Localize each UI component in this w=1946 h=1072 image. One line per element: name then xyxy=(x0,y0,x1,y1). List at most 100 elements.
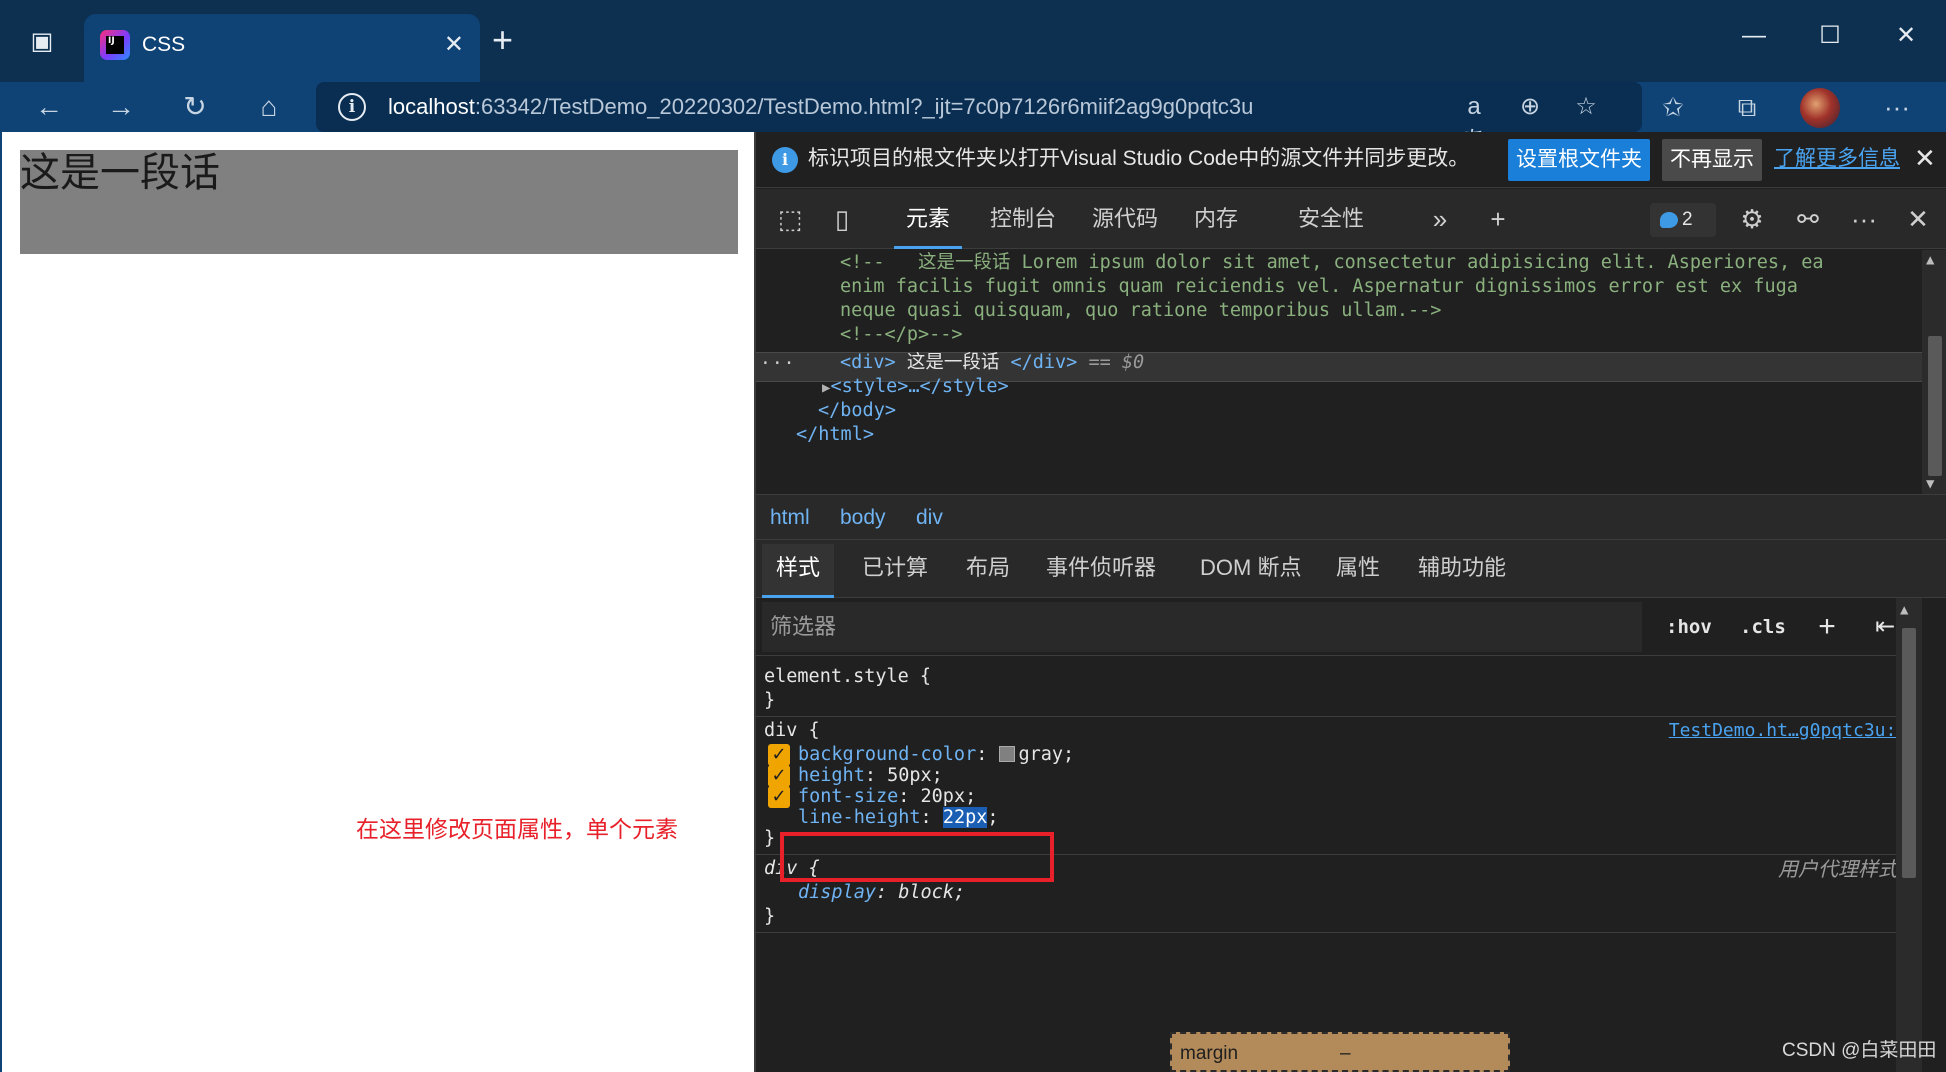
property-checkbox[interactable]: ✓ xyxy=(768,786,790,808)
breadcrumb: html body div xyxy=(756,494,1946,540)
tab-sources[interactable]: 源代码 xyxy=(1092,189,1158,249)
demo-gray-div[interactable]: 这是一段话 xyxy=(20,150,738,254)
read-aloud-icon[interactable]: aあ xyxy=(1456,90,1492,154)
scroll-up-icon[interactable]: ▲ xyxy=(1900,602,1908,618)
settings-gear-icon[interactable]: ⚙ xyxy=(1730,197,1774,241)
selected-div-node[interactable]: <div> 这是一段话 </div> == $0 xyxy=(840,350,1144,376)
property-name: height xyxy=(798,765,865,786)
rule-divider xyxy=(756,716,1922,717)
profile-avatar[interactable] xyxy=(1800,88,1840,128)
property-checkbox[interactable]: ✓ xyxy=(768,744,790,766)
hov-button[interactable]: :hov xyxy=(1666,608,1712,646)
cls-button[interactable]: .cls xyxy=(1740,608,1786,646)
dom-comment-line[interactable]: <!-- 这是一段话 Lorem ipsum dolor sit amet, c… xyxy=(840,250,1824,276)
div-rule-selector[interactable]: div { xyxy=(764,718,820,744)
issues-count: 2 xyxy=(1682,209,1693,230)
minimize-button[interactable]: — xyxy=(1724,16,1784,56)
element-style-close: } xyxy=(764,690,776,711)
property-name: font-size xyxy=(798,786,899,807)
red-annotation: 在这里修改页面属性，单个元素 xyxy=(356,816,678,842)
devtools-close-icon[interactable]: ✕ xyxy=(1896,197,1940,241)
breadcrumb-body[interactable]: body xyxy=(840,503,886,533)
dom-comment-line[interactable]: enim facilis fugit omnis quam reiciendis… xyxy=(840,274,1798,300)
color-swatch[interactable] xyxy=(998,746,1015,762)
breadcrumb-div[interactable]: div xyxy=(916,503,943,533)
site-info-icon[interactable]: i xyxy=(338,93,366,121)
tab-styles[interactable]: 样式 xyxy=(762,544,835,598)
new-style-rule-icon[interactable]: + xyxy=(1808,608,1846,646)
back-icon[interactable]: ← xyxy=(24,82,74,132)
tab-computed[interactable]: 已计算 xyxy=(848,544,942,598)
dom-comment-line[interactable]: <!--</p>--> xyxy=(840,322,963,348)
refresh-icon[interactable]: ↻ xyxy=(170,82,220,132)
collections-icon[interactable]: ⧉ xyxy=(1722,82,1772,132)
address-bar[interactable]: i localhost:63342/TestDemo_20220302/Test… xyxy=(316,82,1642,154)
url-host: localhost xyxy=(388,94,475,119)
dom-comment-line[interactable]: neque quasi quisquam, quo ratione tempor… xyxy=(840,298,1441,324)
zoom-icon[interactable]: ⊕ xyxy=(1512,90,1548,124)
home-icon[interactable]: ⌂ xyxy=(244,82,294,132)
devtools-more-icon[interactable]: ··· xyxy=(1842,197,1886,241)
scroll-up-icon[interactable]: ▲ xyxy=(1926,252,1934,268)
device-emulation-icon[interactable]: ▯ xyxy=(820,197,864,241)
maximize-button[interactable]: ☐ xyxy=(1800,16,1860,56)
style-node[interactable]: ▶<style>…</style> xyxy=(822,374,1009,401)
tab-console[interactable]: 控制台 xyxy=(990,189,1056,249)
box-model-value: – xyxy=(1340,1043,1351,1064)
styles-scrollbar[interactable]: ▲ xyxy=(1896,598,1922,1072)
browser-tab[interactable]: IJ CSS ✕ xyxy=(84,14,480,82)
html-close-tag[interactable]: </html> xyxy=(796,422,874,448)
property-value-editor[interactable]: 22px xyxy=(942,807,988,828)
more-icon[interactable]: ··· xyxy=(1872,82,1922,132)
infobar-close-icon[interactable]: ✕ xyxy=(1914,142,1936,174)
add-tab-icon[interactable]: + xyxy=(1476,197,1520,241)
forward-icon[interactable]: → xyxy=(96,82,146,132)
tab-event-listeners[interactable]: 事件侦听器 xyxy=(1032,544,1170,598)
element-style-selector[interactable]: element.style { xyxy=(764,664,931,690)
url-text[interactable]: localhost:63342/TestDemo_20220302/TestDe… xyxy=(388,92,1253,122)
tab-close-icon[interactable]: ✕ xyxy=(444,30,464,60)
tab-layout[interactable]: 布局 xyxy=(952,544,1024,598)
tab-dom-breakpoints[interactable]: DOM 断点 xyxy=(1186,544,1315,598)
div-rule-close: } xyxy=(764,828,776,849)
issues-badge[interactable]: 2 xyxy=(1650,203,1716,237)
styles-filter-input[interactable] xyxy=(762,602,1642,652)
tab-properties[interactable]: 属性 xyxy=(1322,544,1394,598)
page-viewport: 这是一段话 在这里修改页面属性，单个元素 xyxy=(0,132,754,1072)
ua-rule-close: } xyxy=(764,906,776,927)
tab-accessibility[interactable]: 辅助功能 xyxy=(1404,544,1520,598)
favorites-icon[interactable]: ✩ xyxy=(1648,82,1698,132)
info-icon: i xyxy=(772,147,798,173)
inspect-element-icon[interactable]: ⬚ xyxy=(768,197,812,241)
style-tag: <style>…</style> xyxy=(830,376,1009,397)
tab-actions-icon[interactable]: ▣ xyxy=(24,24,60,60)
rule-divider xyxy=(756,932,1922,933)
tab-security[interactable]: 安全性 xyxy=(1298,189,1364,249)
learn-more-link[interactable]: 了解更多信息 xyxy=(1774,144,1900,174)
scroll-thumb[interactable] xyxy=(1902,628,1916,878)
new-tab-button[interactable]: + xyxy=(492,22,513,58)
elements-scrollbar[interactable]: ▲ ▼ xyxy=(1922,250,1946,494)
breadcrumb-html[interactable]: html xyxy=(770,503,810,533)
box-model-margin[interactable]: margin – xyxy=(1170,1032,1510,1072)
set-root-folder-button[interactable]: 设置根文件夹 xyxy=(1508,139,1650,181)
connect-icon[interactable]: ⚯ xyxy=(1786,197,1830,241)
row-actions-icon[interactable]: ··· xyxy=(760,350,796,378)
demo-div-text: 这是一段话 xyxy=(20,151,220,195)
rule-source-link[interactable]: TestDemo.ht…g0pqtc3u:16 xyxy=(1669,718,1918,744)
div-open-tag: <div> xyxy=(840,352,896,373)
property-checkbox[interactable]: ✓ xyxy=(768,765,790,787)
close-window-button[interactable]: ✕ xyxy=(1876,16,1936,56)
add-favorite-icon[interactable]: ☆ xyxy=(1568,90,1604,124)
scroll-thumb[interactable] xyxy=(1928,336,1942,476)
dont-show-again-button[interactable]: 不再显示 xyxy=(1662,139,1762,181)
scroll-down-icon[interactable]: ▼ xyxy=(1926,476,1934,492)
infobar-message: 标识项目的根文件夹以打开Visual Studio Code中的源文件并同步更改… xyxy=(808,147,1470,170)
more-tabs-icon[interactable]: » xyxy=(1418,197,1462,241)
div-text-node: 这是一段话 xyxy=(895,352,1011,373)
body-close-tag[interactable]: </body> xyxy=(818,398,896,424)
div-close-tag: </div> xyxy=(1010,352,1078,373)
css-declaration-editing[interactable]: line-height: 22px; xyxy=(798,805,999,831)
tab-elements[interactable]: 元素 xyxy=(894,189,963,249)
tab-memory[interactable]: 内存 xyxy=(1194,189,1238,249)
